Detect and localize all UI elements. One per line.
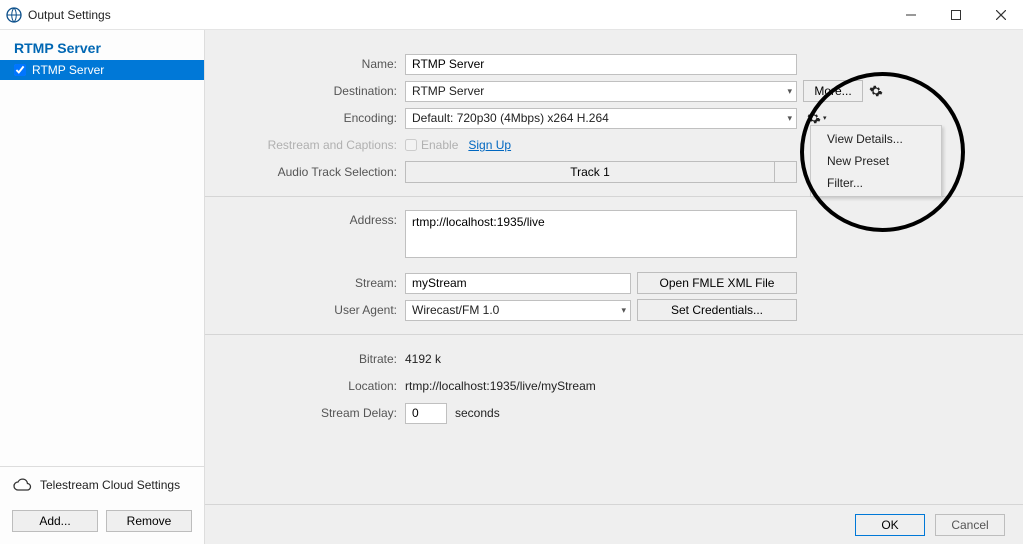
- title-bar: Output Settings: [0, 0, 1023, 30]
- row-user-agent: User Agent: Wirecast/FM 1.0 ▾ Set Creden…: [225, 299, 1003, 321]
- encoding-select[interactable]: Default: 720p30 (4Mbps) x264 H.264 ▾: [405, 108, 797, 129]
- sidebar: RTMP Server RTMP Server Telestream Cloud…: [0, 30, 205, 544]
- open-fmle-button[interactable]: Open FMLE XML File: [637, 272, 797, 294]
- location-label: Location:: [225, 379, 405, 393]
- chevron-down-icon: ▾: [621, 305, 626, 316]
- menu-item-filter[interactable]: Filter...: [813, 172, 939, 194]
- stream-delay-input[interactable]: [405, 403, 447, 424]
- app-icon: [6, 7, 22, 23]
- audio-track-extra-button[interactable]: [775, 161, 797, 183]
- sidebar-item-label: RTMP Server: [32, 63, 104, 77]
- stream-delay-label: Stream Delay:: [225, 406, 405, 420]
- maximize-button[interactable]: [933, 0, 978, 30]
- minimize-button[interactable]: [888, 0, 933, 30]
- row-destination: Destination: RTMP Server ▾ More...: [225, 80, 1003, 102]
- row-name: Name:: [225, 53, 1003, 75]
- close-button[interactable]: [978, 0, 1023, 30]
- signup-link[interactable]: Sign Up: [468, 138, 511, 152]
- destination-gear-icon[interactable]: [869, 84, 883, 98]
- encoding-value: Default: 720p30 (4Mbps) x264 H.264: [412, 111, 609, 125]
- restream-enable-checkbox[interactable]: Enable: [405, 138, 458, 152]
- add-button[interactable]: Add...: [12, 510, 98, 532]
- window-title: Output Settings: [28, 8, 888, 22]
- sidebar-item-checkbox[interactable]: [14, 64, 26, 76]
- sidebar-heading: RTMP Server: [0, 30, 204, 60]
- row-stream-delay: Stream Delay: seconds: [225, 402, 1003, 424]
- row-bitrate: Bitrate: 4192 k: [225, 348, 1003, 370]
- name-label: Name:: [225, 57, 405, 71]
- user-agent-label: User Agent:: [225, 303, 405, 317]
- destination-label: Destination:: [225, 84, 405, 98]
- sidebar-buttons: Add... Remove: [0, 502, 204, 544]
- stream-input[interactable]: [405, 273, 631, 294]
- window-controls: [888, 0, 1023, 29]
- address-label: Address:: [225, 210, 405, 227]
- bitrate-value: 4192 k: [405, 352, 441, 366]
- stream-delay-unit: seconds: [455, 406, 500, 420]
- location-value: rtmp://localhost:1935/live/myStream: [405, 379, 596, 393]
- row-stream: Stream: Open FMLE XML File: [225, 272, 1003, 294]
- menu-item-new-preset[interactable]: New Preset: [813, 150, 939, 172]
- encoding-gear-button[interactable]: ▾: [807, 111, 827, 125]
- user-agent-value: Wirecast/FM 1.0: [412, 303, 499, 317]
- user-agent-select[interactable]: Wirecast/FM 1.0 ▾: [405, 300, 631, 321]
- address-input[interactable]: [405, 210, 797, 258]
- chevron-down-icon: ▾: [787, 113, 792, 124]
- more-button[interactable]: More...: [803, 80, 863, 102]
- encoding-label: Encoding:: [225, 111, 405, 125]
- audio-track-button[interactable]: Track 1: [405, 161, 775, 183]
- cloud-icon: [12, 478, 32, 492]
- main-panel: Name: Destination: RTMP Server ▾ More...: [205, 30, 1023, 544]
- cloud-settings-button[interactable]: Telestream Cloud Settings: [0, 466, 204, 502]
- dropdown-arrow-icon: ▾: [823, 114, 827, 122]
- destination-select[interactable]: RTMP Server ▾: [405, 81, 797, 102]
- bitrate-label: Bitrate:: [225, 352, 405, 366]
- encoding-context-menu: View Details... New Preset Filter...: [810, 125, 942, 197]
- sidebar-item-rtmp-server[interactable]: RTMP Server: [0, 60, 204, 80]
- ok-button[interactable]: OK: [855, 514, 925, 536]
- chevron-down-icon: ▾: [787, 86, 792, 97]
- row-address: Address:: [225, 210, 1003, 258]
- remove-button[interactable]: Remove: [106, 510, 192, 532]
- restream-label: Restream and Captions:: [225, 138, 405, 152]
- name-input[interactable]: [405, 54, 797, 75]
- cloud-settings-label: Telestream Cloud Settings: [40, 478, 180, 492]
- set-credentials-button[interactable]: Set Credentials...: [637, 299, 797, 321]
- bottom-bar: OK Cancel: [205, 504, 1023, 544]
- audio-track-label: Audio Track Selection:: [225, 165, 405, 179]
- row-location: Location: rtmp://localhost:1935/live/myS…: [225, 375, 1003, 397]
- stream-label: Stream:: [225, 276, 405, 290]
- destination-value: RTMP Server: [412, 84, 484, 98]
- menu-item-view-details[interactable]: View Details...: [813, 128, 939, 150]
- cancel-button[interactable]: Cancel: [935, 514, 1005, 536]
